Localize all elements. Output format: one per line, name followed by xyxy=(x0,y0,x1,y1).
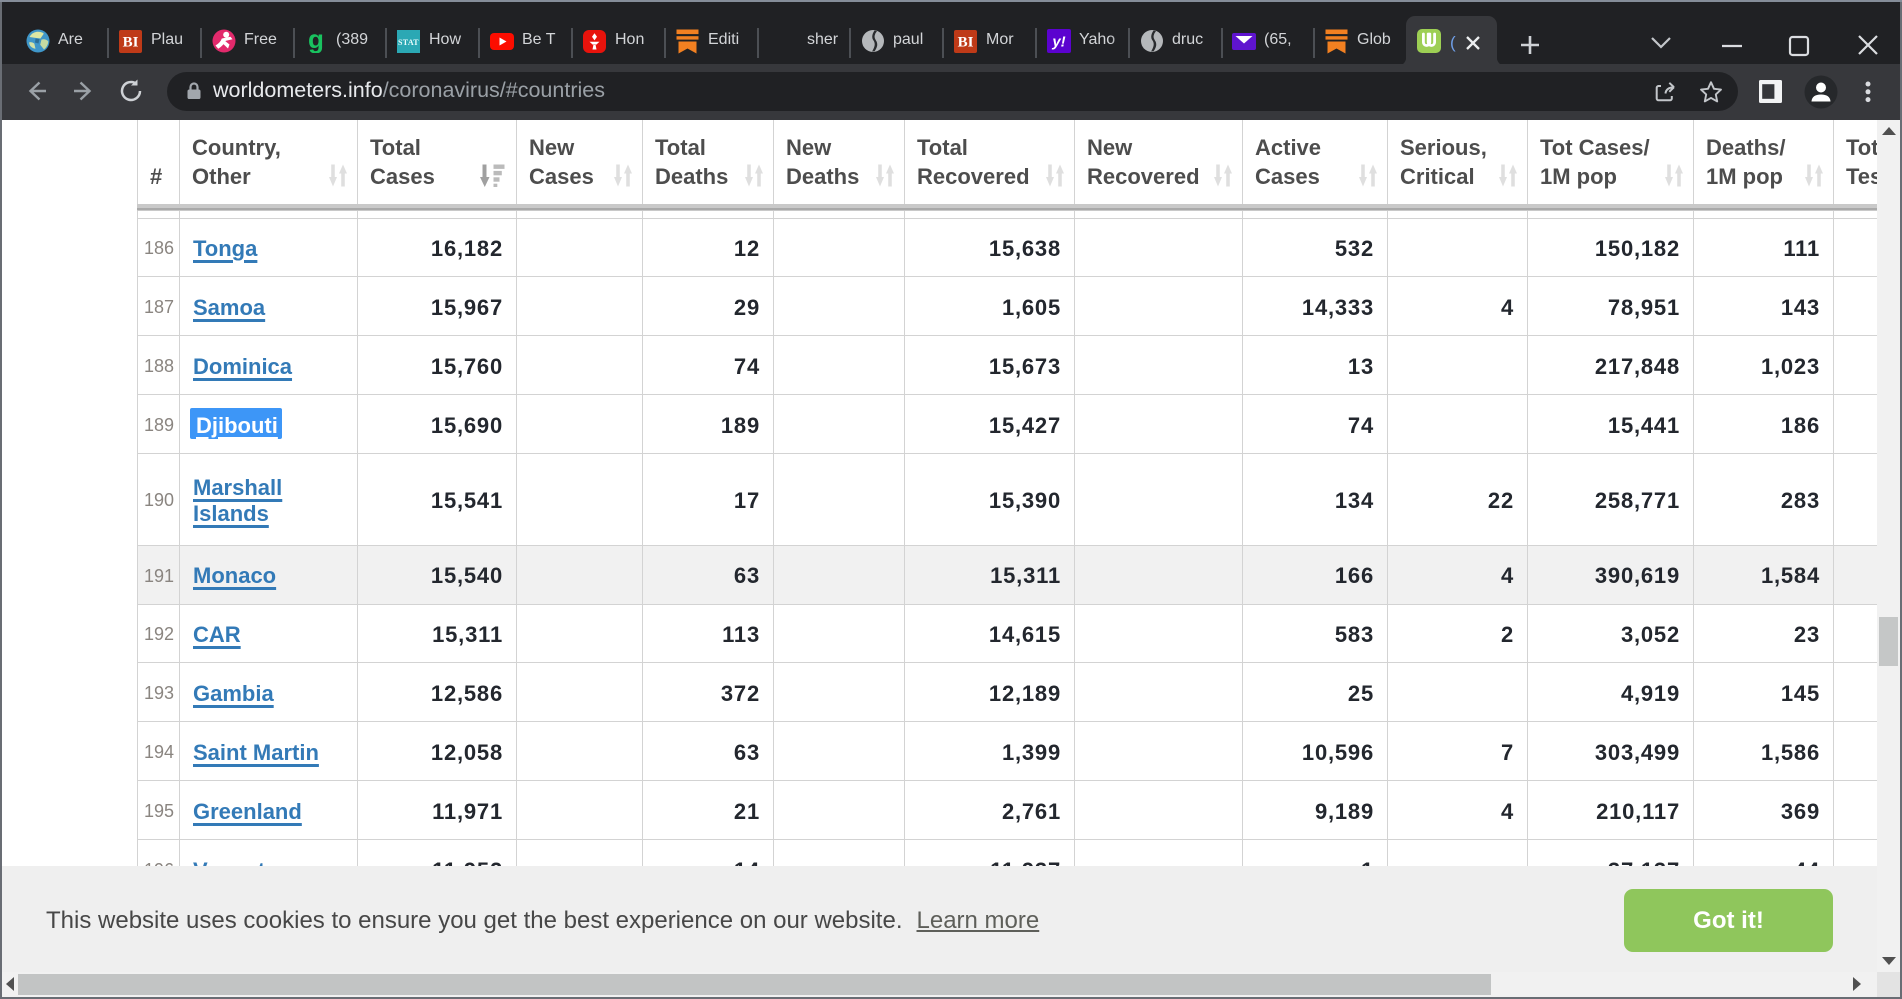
svg-text:STAT: STAT xyxy=(398,38,419,47)
svg-text:BI: BI xyxy=(123,34,139,50)
svg-text:y!: y! xyxy=(1051,34,1065,51)
svg-text:BI: BI xyxy=(958,34,974,50)
svg-text:g: g xyxy=(308,29,324,53)
